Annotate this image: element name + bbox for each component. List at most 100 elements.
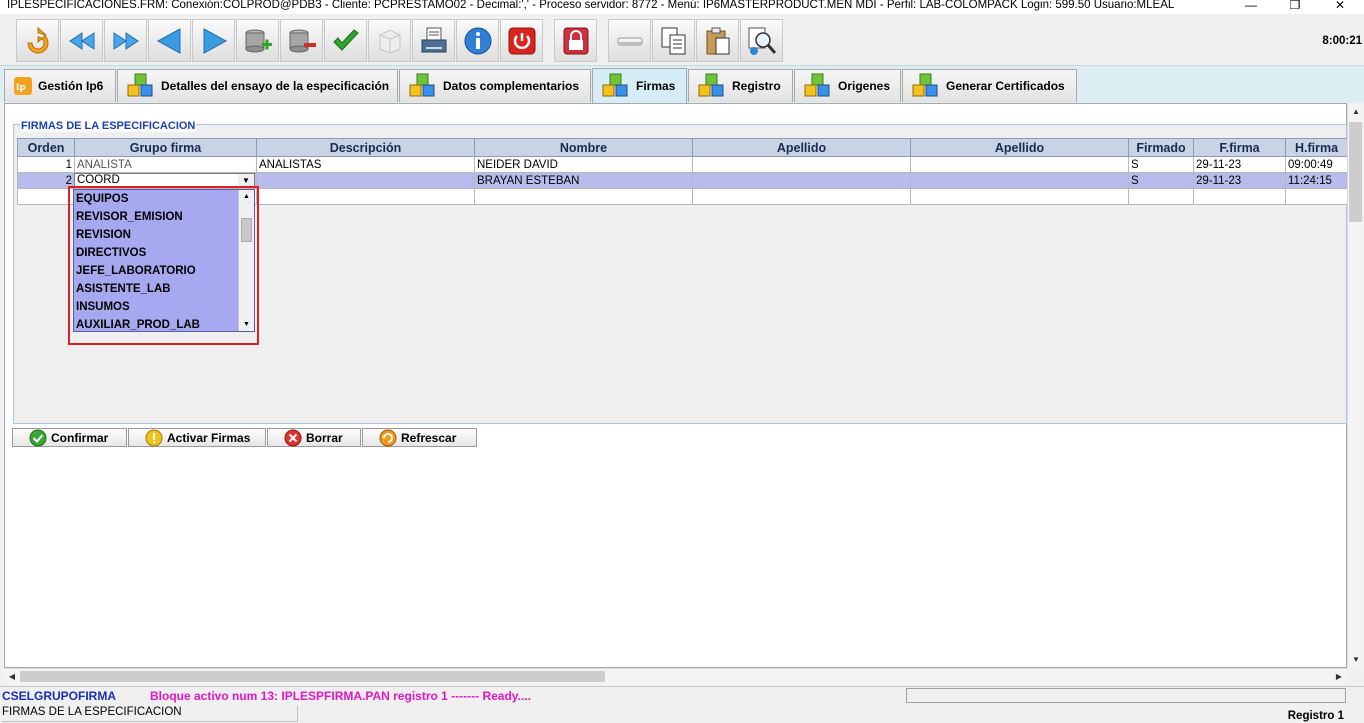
add-record-button[interactable]: [236, 19, 279, 62]
copy-button[interactable]: [652, 19, 695, 62]
database-add-icon: [245, 29, 272, 52]
table-row[interactable]: 1 ANALISTA ANALISTAS NEIDER DAVID S 29-1…: [17, 156, 1348, 173]
window-title: IPLESPECIFICACIONES.FRM: Conexión:COLPRO…: [7, 0, 1175, 11]
scroll-thumb[interactable]: [1349, 122, 1362, 222]
column-header-nombre[interactable]: Nombre: [474, 138, 693, 157]
column-header-descripcion[interactable]: Descripción: [256, 138, 475, 157]
activar-firmas-button[interactable]: Activar Firmas: [128, 428, 266, 447]
power-icon: [508, 27, 535, 54]
clipboard-icon: [706, 27, 729, 54]
cell-firmado[interactable]: S: [1128, 172, 1194, 189]
scroll-thumb[interactable]: [20, 671, 605, 682]
grid-header-row: Orden Grupo firma Descripción Nombre Ape…: [17, 138, 1348, 157]
refrescar-button[interactable]: Refrescar: [362, 428, 477, 447]
power-button[interactable]: [500, 19, 543, 62]
delete-record-button[interactable]: [280, 19, 323, 62]
horizontal-scrollbar[interactable]: ◀ ▶: [4, 668, 1347, 684]
cell-empty[interactable]: [910, 188, 1129, 205]
accept-button[interactable]: [324, 19, 367, 62]
scroll-right-icon[interactable]: ▶: [1331, 669, 1347, 685]
lock-button[interactable]: [554, 19, 597, 62]
cell-grupo-firma[interactable]: ANALISTA: [74, 156, 257, 173]
padlock-icon: [563, 27, 588, 54]
eraser-icon: [617, 37, 642, 45]
tab-registro[interactable]: Registro: [688, 69, 793, 102]
cell-empty[interactable]: [1285, 188, 1348, 205]
tab-origenes[interactable]: Origenes: [794, 69, 901, 102]
scroll-up-icon[interactable]: ▲: [1348, 104, 1364, 120]
cell-empty[interactable]: [256, 188, 475, 205]
column-header-apellido-1[interactable]: Apellido: [692, 138, 911, 157]
column-header-firmado[interactable]: Firmado: [1128, 138, 1194, 157]
button-label: Confirmar: [51, 430, 109, 445]
zoom-button[interactable]: [740, 19, 783, 62]
cell-empty[interactable]: [17, 188, 75, 205]
cell-descripcion[interactable]: ANALISTAS: [256, 156, 475, 173]
status-bar: CSELGRUPOFIRMA Bloque activo num 13: IPL…: [0, 686, 1364, 705]
cell-f-firma[interactable]: 29-11-23: [1193, 156, 1286, 173]
highlight-box: [68, 186, 259, 345]
cell-f-firma[interactable]: 29-11-23: [1193, 172, 1286, 189]
database-remove-icon: [289, 29, 316, 52]
eraser-button[interactable]: [608, 19, 651, 62]
app-window: IPLESPECIFICACIONES.FRM: Conexión:COLPRO…: [0, 0, 1364, 723]
cell-firmado[interactable]: S: [1128, 156, 1194, 173]
tab-detalles-ensayo[interactable]: Detalles del ensayo de la especificación: [117, 69, 398, 102]
cell-orden[interactable]: 1: [17, 156, 75, 173]
button-label: Borrar: [306, 430, 343, 445]
refresh-button[interactable]: [16, 19, 59, 62]
cell-apellido-2[interactable]: [910, 172, 1129, 189]
status-block-name: CSELGRUPOFIRMA: [2, 689, 116, 703]
close-button[interactable]: ✕: [1325, 0, 1355, 12]
cell-apellido-1[interactable]: [692, 156, 911, 173]
cell-nombre[interactable]: NEIDER DAVID: [474, 156, 693, 173]
scroll-down-icon[interactable]: ▼: [1348, 652, 1364, 668]
cell-nombre[interactable]: BRAYAN ESTEBAN: [474, 172, 693, 189]
column-header-orden[interactable]: Orden: [17, 138, 75, 157]
restore-button[interactable]: ❐: [1280, 0, 1310, 12]
cell-apellido-2[interactable]: [910, 156, 1129, 173]
cell-empty[interactable]: [1128, 188, 1194, 205]
fast-forward-button[interactable]: [104, 19, 147, 62]
yellow-bulb-icon: [145, 429, 163, 447]
column-header-apellido-2[interactable]: Apellido: [910, 138, 1129, 157]
vertical-scrollbar[interactable]: ▲ ▼: [1347, 104, 1363, 668]
box-button[interactable]: [368, 19, 411, 62]
cell-descripcion[interactable]: [256, 172, 475, 189]
copy-icon: [661, 27, 685, 54]
scroll-left-icon[interactable]: ◀: [4, 669, 20, 685]
tab-generar-certificados[interactable]: Generar Certificados: [902, 69, 1077, 102]
cell-empty[interactable]: [474, 188, 693, 205]
orange-refresh-icon: [379, 429, 397, 447]
borrar-button[interactable]: Borrar: [267, 428, 361, 447]
column-header-h-firma[interactable]: H.firma: [1285, 138, 1348, 157]
tab-gestion-ip6[interactable]: Ip Gestión Ip6: [4, 69, 116, 102]
tab-firmas[interactable]: Firmas: [592, 68, 687, 103]
column-header-f-firma[interactable]: F.firma: [1193, 138, 1286, 157]
rewind-button[interactable]: [60, 19, 103, 62]
cell-empty[interactable]: [692, 188, 911, 205]
previous-button[interactable]: [148, 19, 191, 62]
cell-h-firma[interactable]: 11:24:15: [1285, 172, 1348, 189]
print-button[interactable]: [412, 19, 455, 62]
paste-button[interactable]: [696, 19, 739, 62]
column-header-grupo-firma[interactable]: Grupo firma: [74, 138, 257, 157]
tab-label: Generar Certificados: [946, 79, 1065, 93]
tab-datos-complementarios[interactable]: Datos complementarios: [399, 69, 591, 102]
cell-empty[interactable]: [1193, 188, 1286, 205]
minimize-button[interactable]: —: [1236, 0, 1266, 12]
confirmar-button[interactable]: Confirmar: [12, 428, 127, 447]
next-button[interactable]: [192, 19, 235, 62]
cell-h-firma[interactable]: 09:00:49: [1285, 156, 1348, 173]
status-bar-secondary: FIRMAS DE LA ESPECIFICACION Registro 1: [0, 705, 1364, 723]
cell-apellido-1[interactable]: [692, 172, 911, 189]
clock: 8:00:21: [1322, 35, 1362, 47]
green-check-icon: [29, 429, 47, 447]
combo-value: COORD: [77, 174, 120, 186]
info-button[interactable]: [456, 19, 499, 62]
ip6-logo-icon: Ip: [13, 76, 33, 96]
cell-orden[interactable]: 2: [17, 172, 75, 189]
tab-strip: Ip Gestión Ip6 Detalles del ensayo de la…: [0, 65, 1364, 103]
button-label: Refrescar: [401, 430, 457, 445]
title-bar: IPLESPECIFICACIONES.FRM: Conexión:COLPRO…: [0, 0, 1364, 14]
